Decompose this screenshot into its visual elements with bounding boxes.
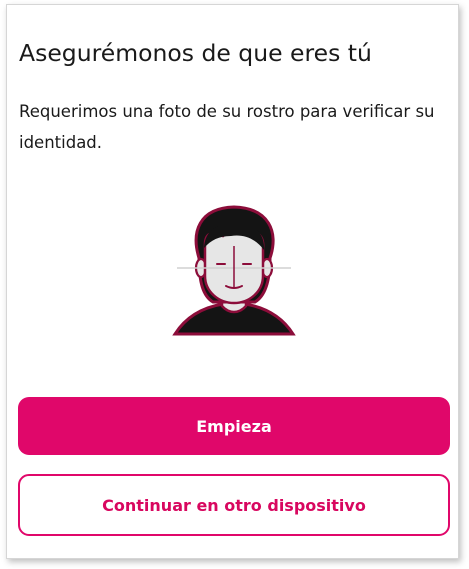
continue-other-device-button[interactable]: Continuar en otro dispositivo <box>18 474 450 536</box>
face-scan-icon <box>172 205 296 336</box>
start-button[interactable]: Empieza <box>18 397 450 455</box>
page-description: Requerimos una foto de su rostro para ve… <box>19 102 435 152</box>
face-scan-illustration <box>169 202 299 344</box>
page-title: Asegurémonos de que eres tú <box>19 39 372 67</box>
verification-card: Asegurémonos de que eres tú Requerimos u… <box>6 4 459 559</box>
